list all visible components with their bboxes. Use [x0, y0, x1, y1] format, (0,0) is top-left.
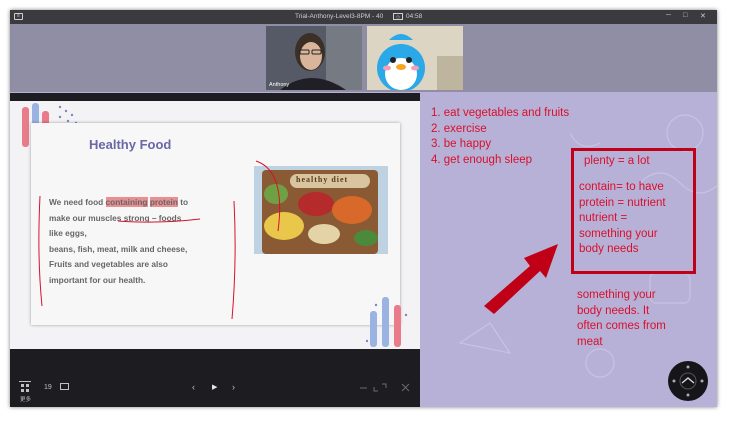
slide-annotations	[38, 160, 281, 320]
note-line: protein = nutrient	[579, 196, 666, 209]
grid-icon[interactable]	[19, 381, 31, 394]
slide-corner-decoration-2	[365, 297, 408, 347]
video-strip: Anthony	[10, 24, 717, 92]
tool-menu-icon	[669, 362, 707, 400]
note-line: something your	[577, 289, 656, 301]
note-line: often comes from	[577, 320, 666, 332]
slide: Healthy Food We need food containing pro…	[10, 101, 420, 349]
next-page-button[interactable]: ›	[232, 382, 235, 392]
note-line: 3. be happy	[431, 138, 492, 150]
note-line: 4. get enough sleep	[431, 153, 533, 166]
student-video[interactable]	[367, 26, 463, 90]
teacher-portrait	[266, 26, 362, 90]
note-line: body needs. It	[577, 304, 650, 317]
red-arrow	[484, 244, 558, 314]
note-line: 1. eat vegetables and fruits	[431, 107, 570, 119]
maximize-button[interactable]: □	[683, 12, 687, 19]
teacher-video[interactable]: Anthony	[266, 26, 362, 90]
minimize-button[interactable]: ─	[666, 12, 671, 19]
timer-icon: ◷	[393, 13, 403, 20]
classroom-window: ≡ Trial-Anthony-Level3-8PM - 40 ◷ 04:58 …	[10, 10, 717, 407]
note-line: meat	[577, 335, 603, 348]
slide-toolbar: 更多 19 ‹ ▶ ›	[10, 371, 420, 407]
notes-list: 1. eat vegetables and fruits 2. exercise…	[431, 106, 569, 168]
note-line: body needs	[579, 243, 639, 255]
note-line: 2. exercise	[431, 122, 487, 135]
play-button[interactable]: ▶	[212, 383, 217, 391]
note-line: nutrient =	[579, 212, 628, 224]
floating-tool-menu[interactable]	[668, 361, 708, 401]
vocab-title: plenty = a lot	[584, 155, 650, 167]
viewer-window-controls	[360, 383, 410, 392]
grid-label: 更多	[20, 397, 32, 403]
page-number: 19	[44, 384, 52, 391]
extra-note: something your body needs. It often come…	[577, 288, 666, 350]
note-line: something your	[579, 227, 658, 240]
penguin-avatar-icon	[367, 26, 463, 90]
note-line: contain= to have	[579, 181, 664, 193]
panel-toggle-icon[interactable]	[60, 383, 69, 390]
title-bar: ≡ Trial-Anthony-Level3-8PM - 40 ◷ 04:58 …	[10, 10, 717, 24]
prev-page-button[interactable]: ‹	[192, 382, 195, 392]
close-button[interactable]: ✕	[700, 12, 706, 20]
session-timer: 04:58	[406, 13, 423, 20]
teacher-name: Anthony	[269, 82, 290, 88]
vocab-definitions: contain= to have protein = nutrient nutr…	[579, 180, 666, 258]
window-icon[interactable]: ≡	[14, 13, 23, 20]
slide-viewer: Healthy Food We need food containing pro…	[10, 93, 420, 407]
window-title: Trial-Anthony-Level3-8PM - 40	[295, 13, 384, 20]
